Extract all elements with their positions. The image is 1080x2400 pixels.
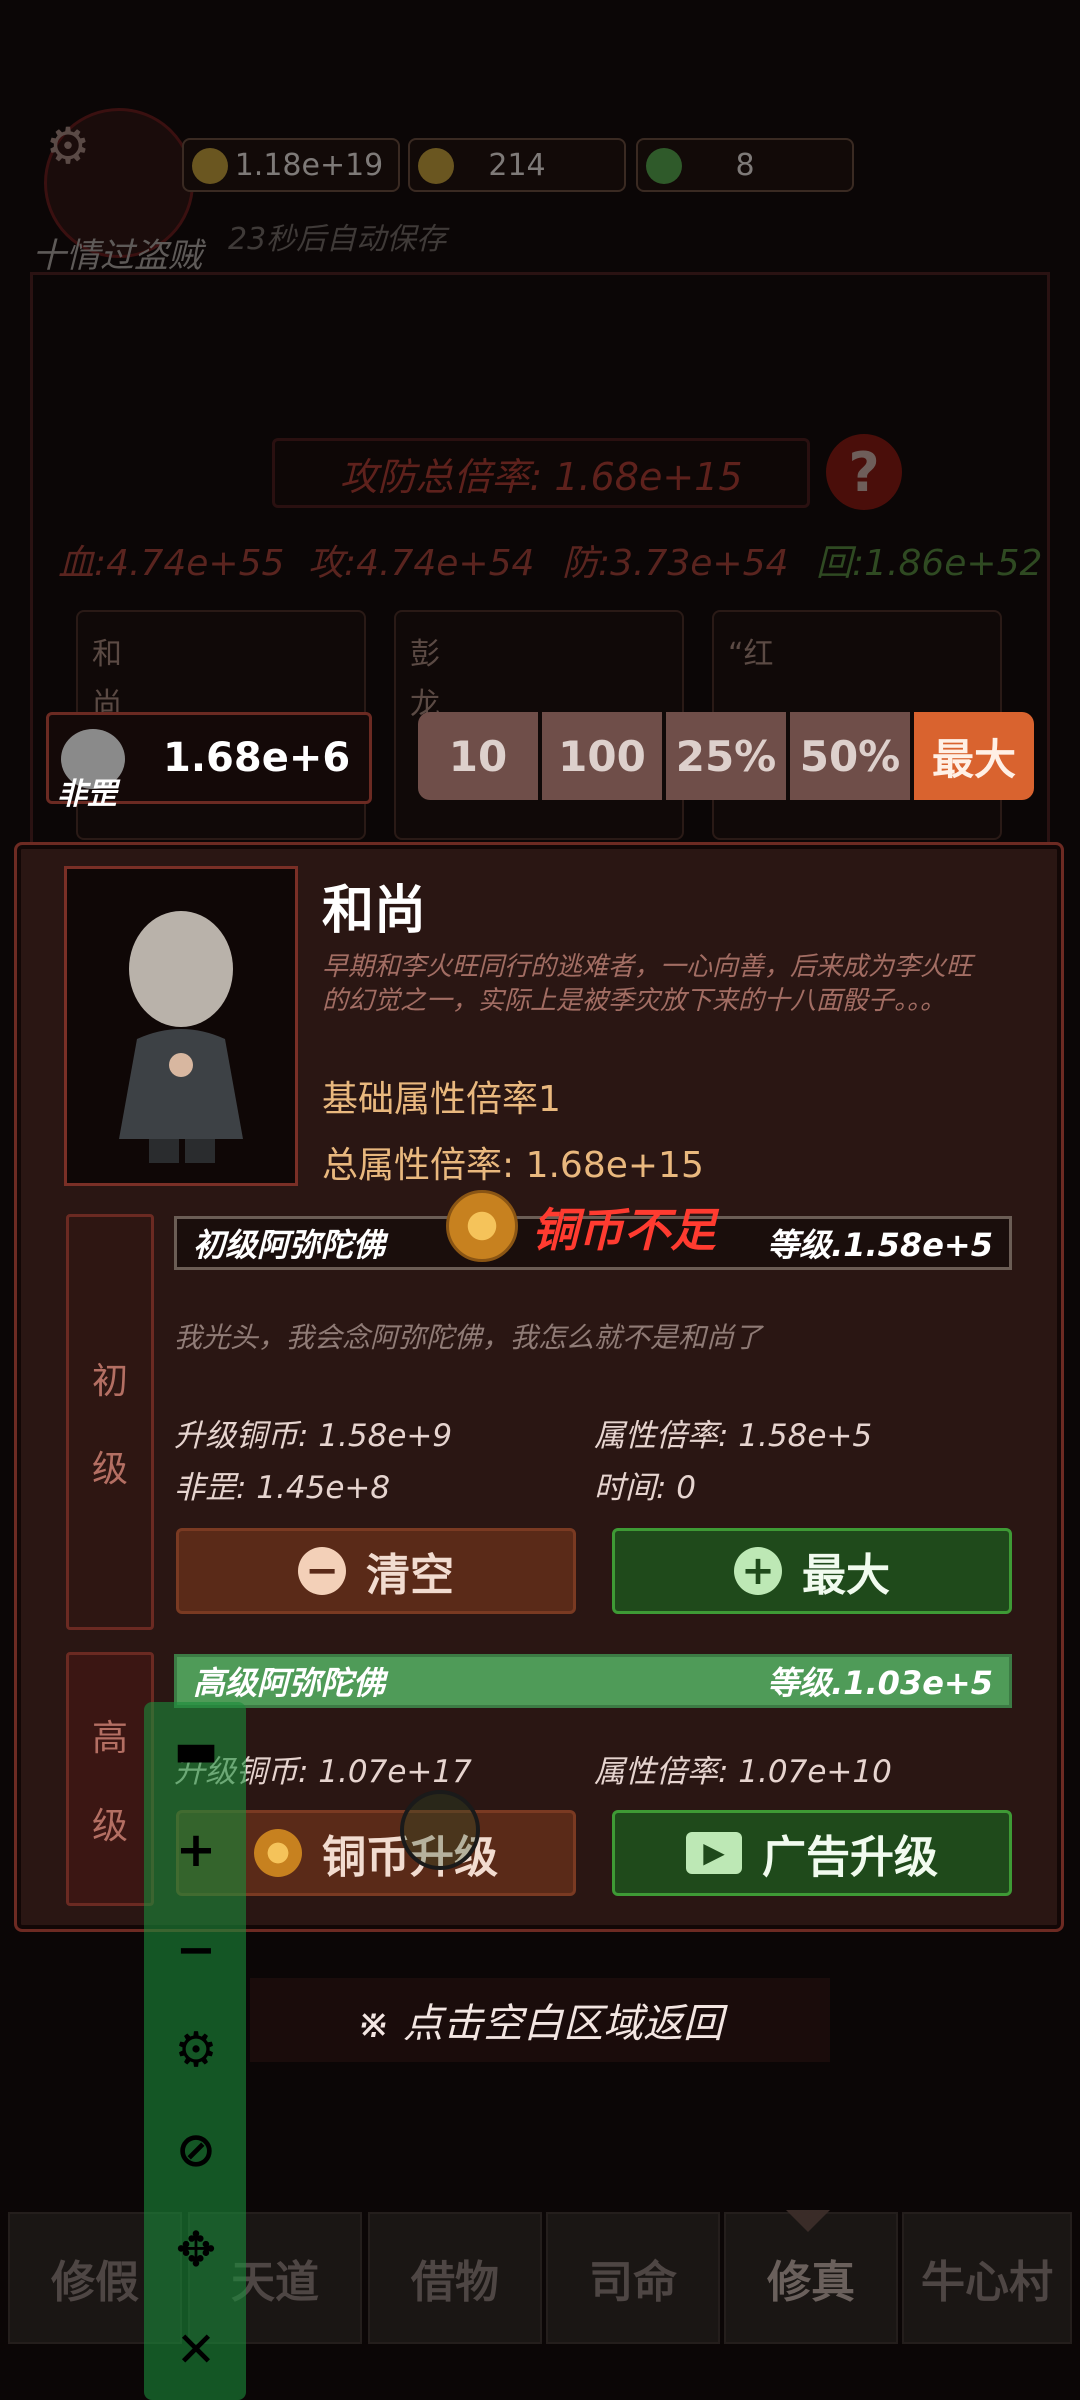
amount-25pct-button[interactable]: 25% bbox=[666, 712, 786, 800]
amount-value: 1.68e+6 bbox=[163, 735, 351, 781]
coin-icon bbox=[254, 1829, 302, 1877]
tab-siming[interactable]: 司命 bbox=[546, 2212, 720, 2344]
plus-icon: + bbox=[734, 1547, 782, 1595]
gold-icon bbox=[418, 148, 454, 184]
basic-feigang: 非罡: 1.45e+8 bbox=[174, 1470, 391, 1506]
minus-icon: − bbox=[298, 1547, 346, 1595]
amount-display: 非罡 1.68e+6 bbox=[46, 712, 372, 812]
gear-icon[interactable]: ⚙ bbox=[40, 118, 96, 174]
tier-advanced-label: 高 级 bbox=[66, 1652, 154, 1906]
close-icon[interactable]: ✕ bbox=[168, 2322, 224, 2378]
zoom-in-icon[interactable]: + bbox=[168, 1822, 224, 1878]
help-icon[interactable]: ? bbox=[826, 434, 902, 510]
active-tab-indicator bbox=[786, 2210, 830, 2232]
feigang-label: 非罡 bbox=[57, 777, 117, 812]
total-rate: 总属性倍率: 1.68e+15 bbox=[322, 1145, 704, 1186]
zoom-out-icon[interactable]: − bbox=[168, 1922, 224, 1978]
autosave-text: 23秒后自动保存 bbox=[228, 222, 447, 257]
stat-def: 防:3.73e+54 bbox=[562, 543, 789, 584]
tab-jiewu[interactable]: 借物 bbox=[368, 2212, 542, 2344]
jade-icon bbox=[646, 148, 682, 184]
amount-max-button[interactable]: 最大 bbox=[914, 712, 1034, 800]
basic-attr-rate: 属性倍率: 1.58e+5 bbox=[594, 1418, 873, 1454]
gold-counter: 214 bbox=[408, 138, 626, 192]
monk-figure bbox=[119, 911, 243, 1163]
stat-hp: 血:4.74e+55 bbox=[58, 543, 285, 584]
eye-off-icon[interactable]: ⊘ bbox=[168, 2122, 224, 2178]
video-camera-icon: ▶ bbox=[686, 1832, 742, 1874]
insufficient-coins-warning: 铜币不足 bbox=[532, 1203, 716, 1257]
stat-atk: 攻:4.74e+54 bbox=[308, 543, 535, 584]
amount-50pct-button[interactable]: 50% bbox=[790, 712, 910, 800]
character-name: 和尚 bbox=[322, 881, 427, 941]
total-rate-box: 攻防总倍率: 1.68e+15 bbox=[272, 438, 810, 508]
coin-icon bbox=[446, 1190, 518, 1262]
coin-counter: 1.18e+19 bbox=[182, 138, 400, 192]
amount-100-button[interactable]: 100 bbox=[542, 712, 662, 800]
crosshair-icon[interactable] bbox=[400, 1790, 480, 1870]
basic-upgrade-cost: 升级铜币: 1.58e+9 bbox=[174, 1418, 453, 1454]
max-button[interactable]: + 最大 bbox=[612, 1528, 1012, 1614]
ad-upgrade-button[interactable]: ▶ 广告升级 bbox=[612, 1810, 1012, 1896]
return-hint: ※ 点击空白区域返回 bbox=[250, 1978, 830, 2062]
stat-regen: 回:1.86e+52 bbox=[816, 543, 1043, 584]
character-portrait bbox=[64, 866, 298, 1186]
character-description: 早期和李火旺同行的逃难者，一心向善，后来成为李火旺的幻觉之一，实际上是被季灾放下… bbox=[322, 952, 973, 1016]
tab-niuxincun[interactable]: 牛心村 bbox=[902, 2212, 1072, 2344]
clear-button[interactable]: − 清空 bbox=[176, 1528, 576, 1614]
skill-advanced-bar: 高级阿弥陀佛 等级.1.03e+5 bbox=[174, 1654, 1012, 1708]
player-name: 十情过盗贼 bbox=[32, 236, 202, 276]
base-rate: 基础属性倍率1 bbox=[322, 1079, 561, 1120]
basic-time: 时间: 0 bbox=[594, 1470, 697, 1506]
window-icon[interactable]: ▬ bbox=[168, 1722, 224, 1778]
move-icon[interactable]: ✥ bbox=[168, 2222, 224, 2278]
skill-basic-flavor: 我光头，我会念阿弥陀佛，我怎么就不是和尚了 bbox=[174, 1321, 763, 1354]
tier-basic-label: 初 级 bbox=[66, 1214, 154, 1630]
amount-10-button[interactable]: 10 bbox=[418, 712, 538, 800]
advanced-attr-rate: 属性倍率: 1.07e+10 bbox=[594, 1754, 892, 1790]
jade-counter: 8 bbox=[636, 138, 854, 192]
coin-icon bbox=[192, 148, 228, 184]
gear-icon[interactable]: ⚙ bbox=[168, 2022, 224, 2078]
